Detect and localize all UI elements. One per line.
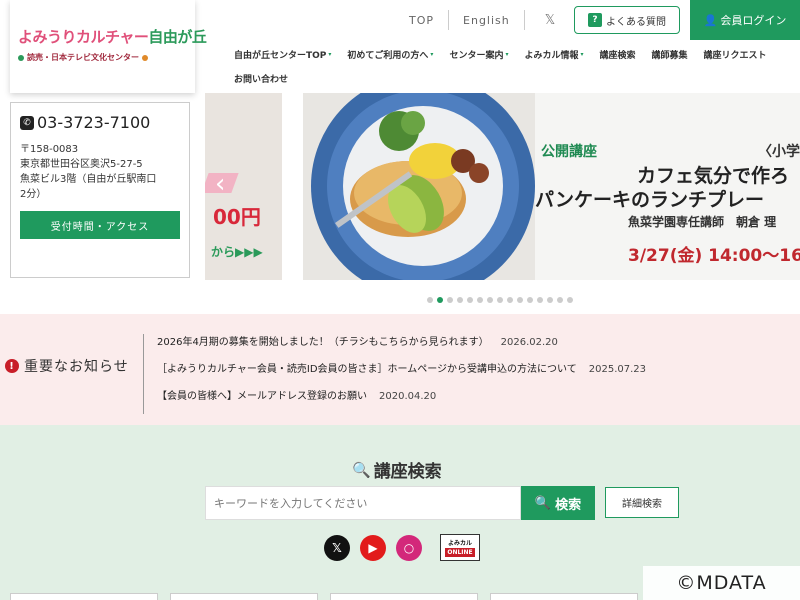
nav-item-contact[interactable]: お問い合わせ bbox=[226, 72, 296, 85]
slide-instructor: 魚菜学園専任講師 朝倉 理 bbox=[628, 215, 777, 229]
slider-dots bbox=[427, 297, 573, 303]
nav-row: お問い合わせ bbox=[226, 66, 800, 90]
nav-row: 自由が丘センターTOP ▾ 初めてご利用の方へ ▾ センター案内 ▾ よみカル情報 ▾ 講座検索… bbox=[226, 42, 800, 66]
address: 〒158-0083 東京都世田谷区奥沢5-27-5 魚菜ビル3階（自由が丘駅南口… bbox=[20, 144, 157, 200]
slider-dot[interactable] bbox=[527, 297, 533, 303]
site-logo[interactable]: よみうりカルチャー自由が丘 読売・日本テレビ文化センター bbox=[10, 0, 207, 93]
watermark: ©MDATA bbox=[643, 566, 800, 600]
slider-dot[interactable] bbox=[507, 297, 513, 303]
slide-previous[interactable]: ‹ 00円 から▶▶▶ bbox=[205, 93, 282, 280]
slider-dot[interactable] bbox=[477, 297, 483, 303]
social-links: 𝕏 ▶ ○ よみカル ONLINE bbox=[324, 534, 480, 561]
card-row bbox=[10, 593, 638, 600]
search-input[interactable] bbox=[205, 486, 521, 520]
slider-dot[interactable] bbox=[427, 297, 433, 303]
search-icon: 🔍 bbox=[352, 460, 371, 479]
chevron-down-icon: ▾ bbox=[430, 50, 434, 58]
search-icon: 🔍 bbox=[534, 495, 552, 511]
slide-kids-tag: 〈小学 bbox=[758, 144, 800, 160]
advanced-search-button[interactable]: 詳細検索 bbox=[605, 487, 679, 518]
nav-item[interactable]: 初めてご利用の方へ ▾ bbox=[339, 48, 441, 61]
nav-item[interactable]: よみカル情報 ▾ bbox=[516, 48, 591, 61]
slide-title-line2: パンケーキのランチプレー bbox=[535, 189, 764, 211]
card[interactable] bbox=[10, 593, 158, 600]
yomikaru-online-logo[interactable]: よみカル ONLINE bbox=[440, 534, 480, 561]
card[interactable] bbox=[490, 593, 638, 600]
search-heading: 🔍 講座検索 bbox=[352, 460, 442, 483]
slider-dot[interactable] bbox=[487, 297, 493, 303]
instagram-icon[interactable]: ○ bbox=[396, 534, 422, 561]
slide-tag: 公開講座 bbox=[541, 144, 597, 160]
important-notice-section: ! 重要なお知らせ 2026年4月期の募集を開始しました！（チラシもこちらから見… bbox=[0, 314, 800, 425]
chevron-down-icon: ▾ bbox=[580, 50, 584, 58]
phone-icon: ✆ bbox=[20, 115, 34, 130]
phone[interactable]: ✆ 03-3723-7100 bbox=[20, 113, 180, 132]
card[interactable] bbox=[170, 593, 318, 600]
access-button[interactable]: 受付時間・アクセス bbox=[20, 211, 180, 239]
logo-subtitle: 読売・日本テレビ文化センター bbox=[18, 52, 187, 63]
pancake-plate-image bbox=[303, 93, 535, 280]
top-link-english[interactable]: English bbox=[449, 14, 524, 27]
chevron-left-icon[interactable]: ‹ bbox=[215, 169, 225, 199]
top-utility-links: TOP English 𝕏 bbox=[395, 0, 575, 40]
youtube-icon[interactable]: ▶ bbox=[360, 534, 386, 561]
slider-dot[interactable] bbox=[437, 297, 443, 303]
user-icon: 👤 bbox=[703, 13, 718, 27]
slider-dot[interactable] bbox=[467, 297, 473, 303]
slide-title-line1: カフェ気分で作ろ bbox=[637, 165, 790, 187]
nav-item[interactable]: 自由が丘センターTOP ▾ bbox=[226, 48, 339, 61]
notice-list: 2026年4月期の募集を開始しました！（チラシもこちらから見られます） 2026.… bbox=[157, 334, 646, 415]
main-nav: 自由が丘センターTOP ▾ 初めてご利用の方へ ▾ センター案内 ▾ よみカル情報 ▾ 講座検索… bbox=[226, 42, 800, 90]
slider-dot[interactable] bbox=[557, 297, 563, 303]
slide-price: 00円 bbox=[213, 205, 261, 229]
card[interactable] bbox=[330, 593, 478, 600]
faq-button[interactable]: ? よくある質問 bbox=[574, 6, 680, 34]
slider-dot[interactable] bbox=[537, 297, 543, 303]
contact-box: ✆ 03-3723-7100 〒158-0083 東京都世田谷区奥沢5-27-5… bbox=[10, 102, 190, 278]
slider-dot[interactable] bbox=[517, 297, 523, 303]
slider-dot[interactable] bbox=[447, 297, 453, 303]
slider-dot[interactable] bbox=[457, 297, 463, 303]
nav-item[interactable]: センター案内 ▾ bbox=[441, 48, 516, 61]
nav-item[interactable]: 講座リクエスト bbox=[696, 48, 775, 61]
slide-main[interactable]: 公開講座 〈小学 カフェ気分で作ろ パンケーキのランチプレー 魚菜学園専任講師 … bbox=[303, 93, 800, 280]
member-login-button[interactable]: 👤 会員ログイン bbox=[690, 0, 800, 40]
slide-datetime: 3/27(金) 14:00〜16 bbox=[628, 246, 800, 266]
notice-item[interactable]: ［よみうりカルチャー会員・読売ID会員の皆さま］ホームページから受講申込の方法に… bbox=[157, 361, 646, 388]
slider-dot[interactable] bbox=[547, 297, 553, 303]
x-icon[interactable]: 𝕏 bbox=[324, 534, 350, 561]
chevron-down-icon: ▾ bbox=[328, 50, 332, 58]
nav-item[interactable]: 講師募集 bbox=[644, 48, 696, 61]
notice-item[interactable]: 2026年4月期の募集を開始しました！（チラシもこちらから見られます） 2026.… bbox=[157, 334, 646, 361]
divider bbox=[143, 334, 144, 414]
logo-title: よみうりカルチャー自由が丘 bbox=[18, 28, 207, 46]
x-icon[interactable]: 𝕏 bbox=[525, 13, 575, 28]
question-icon: ? bbox=[588, 13, 602, 27]
slider-dot[interactable] bbox=[497, 297, 503, 303]
slide-kara: から▶▶▶ bbox=[211, 245, 263, 259]
notice-heading: ! 重要なお知らせ bbox=[5, 356, 129, 376]
nav-item[interactable]: 講座検索 bbox=[592, 48, 644, 61]
notice-item[interactable]: 【会員の皆様へ】メールアドレス登録のお願い 2020.04.20 bbox=[157, 388, 646, 415]
top-link-top[interactable]: TOP bbox=[395, 14, 448, 27]
alert-icon: ! bbox=[5, 359, 19, 373]
chevron-down-icon: ▾ bbox=[505, 50, 509, 58]
search-button[interactable]: 🔍 検索 bbox=[521, 486, 595, 520]
slider-dot[interactable] bbox=[567, 297, 573, 303]
